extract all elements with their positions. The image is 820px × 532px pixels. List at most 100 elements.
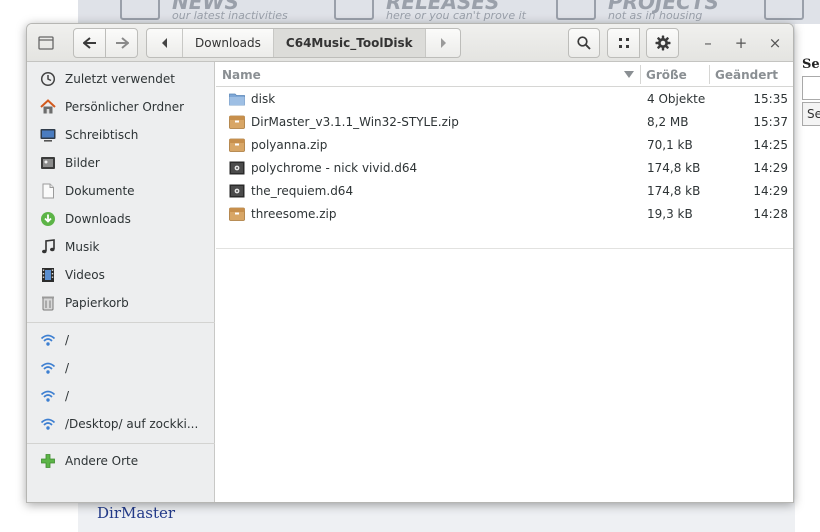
headerbar: Downloads C64Music_ToolDisk – + ×	[27, 24, 793, 62]
sidebar-item-label: Schreibtisch	[65, 128, 139, 142]
folder-icon	[229, 93, 245, 106]
file-name: polyanna.zip	[251, 138, 328, 152]
pictures-icon	[40, 155, 56, 171]
sort-descending-icon	[624, 71, 634, 78]
menu-button[interactable]	[646, 28, 679, 58]
path-scroll-right[interactable]	[424, 29, 460, 57]
video-icon	[40, 267, 56, 283]
sidebar-item-network-1[interactable]: /	[27, 327, 215, 353]
sidebar-item-network-4[interactable]: /Desktop/ auf zockki...	[27, 411, 215, 437]
minimize-button[interactable]: –	[698, 33, 718, 53]
chevron-right-icon	[440, 38, 446, 48]
sidebar-item-network-2[interactable]: /	[27, 355, 215, 381]
sidebar-item-label: Papierkorb	[65, 296, 129, 310]
file-list-header: Name Größe Geändert	[216, 62, 793, 87]
sidebar-item-network-3[interactable]: /	[27, 383, 215, 409]
music-icon	[40, 239, 56, 255]
tools-icon	[556, 0, 596, 20]
search-button[interactable]	[568, 28, 600, 58]
file-size: 70,1 kB	[647, 138, 693, 152]
file-row-disk[interactable]: disk 4 Objekte 15:35	[216, 88, 793, 111]
sidebar-item-videos[interactable]: Videos	[27, 262, 215, 288]
file-size: 174,8 kB	[647, 184, 701, 198]
maximize-button[interactable]: +	[731, 33, 751, 53]
places-sidebar: Zuletzt verwendet Persönlicher Ordner Sc…	[27, 62, 215, 502]
path-item-current[interactable]: C64Music_ToolDisk	[272, 29, 425, 57]
sidebar-item-home[interactable]: Persönlicher Ordner	[27, 94, 215, 120]
close-button[interactable]: ×	[765, 33, 785, 53]
column-separator[interactable]	[709, 65, 710, 84]
sidebar-item-pictures[interactable]: Bilder	[27, 150, 215, 176]
sidebar-item-label: /	[65, 389, 70, 403]
column-header-size[interactable]: Größe	[646, 62, 706, 87]
sidebar-item-label: Bilder	[65, 156, 100, 170]
column-header-modified[interactable]: Geändert	[715, 62, 793, 87]
sidebar-item-downloads[interactable]: Downloads	[27, 206, 215, 232]
sidebar-item-trash[interactable]: Papierkorb	[27, 290, 215, 316]
website-search-input[interactable]	[802, 76, 820, 100]
sidebar-item-music[interactable]: Musik	[27, 234, 215, 260]
nav-news-subtitle: our latest inactivities	[172, 9, 288, 22]
network-icon	[40, 416, 56, 432]
disk-image-icon	[229, 161, 245, 175]
sidebar-divider	[27, 322, 215, 323]
file-modified: 14:28	[753, 207, 788, 221]
back-button[interactable]	[73, 28, 106, 58]
grid-view-icon	[618, 38, 629, 48]
file-size: 8,2 MB	[647, 115, 689, 129]
file-row-dirmaster-zip[interactable]: DirMaster_v3.1.1_Win32-STYLE.zip 8,2 MB …	[216, 111, 793, 134]
sidebar-item-documents[interactable]: Dokumente	[27, 178, 215, 204]
sidebar-toggle-button[interactable]	[33, 28, 59, 58]
document-icon	[40, 183, 56, 199]
file-name: disk	[251, 92, 276, 106]
newspaper-icon	[120, 0, 160, 20]
sidebar-item-other-locations[interactable]: Andere Orte	[27, 448, 215, 474]
list-end-divider	[216, 248, 793, 249]
dirmaster-link[interactable]: DirMaster	[97, 504, 175, 522]
file-row-threesome-zip[interactable]: threesome.zip 19,3 kB 14:28	[216, 203, 793, 226]
search-icon	[577, 36, 591, 50]
file-size: 174,8 kB	[647, 161, 701, 175]
sidebar-divider	[27, 443, 215, 444]
column-header-name[interactable]: Name	[222, 62, 640, 87]
sidebar-item-label: /Desktop/ auf zockki...	[65, 417, 199, 431]
path-scroll-left[interactable]	[147, 29, 182, 57]
file-modified: 15:37	[753, 115, 788, 129]
gear-icon	[655, 35, 670, 51]
chevron-left-icon	[161, 38, 167, 48]
sidebar-item-label: Musik	[65, 240, 100, 254]
file-modified: 15:35	[753, 92, 788, 106]
sidebar-item-label: /	[65, 361, 70, 375]
forward-button[interactable]	[105, 28, 138, 58]
release-icon	[334, 0, 374, 20]
sidebar-item-label: Downloads	[65, 212, 131, 226]
sidebar-item-recent[interactable]: Zuletzt verwendet	[27, 66, 215, 92]
file-size: 19,3 kB	[647, 207, 693, 221]
view-toggle-button[interactable]	[607, 28, 640, 58]
recent-icon	[40, 71, 56, 87]
column-separator[interactable]	[640, 65, 641, 84]
file-row-polychrome-d64[interactable]: polychrome - nick vivid.d64 174,8 kB 14:…	[216, 157, 793, 180]
column-header-name-label: Name	[222, 67, 261, 82]
network-icon	[40, 332, 56, 348]
file-list: Name Größe Geändert disk 4 Objekte 15:35…	[216, 62, 793, 502]
sidebar-item-desktop[interactable]: Schreibtisch	[27, 122, 215, 148]
file-name: polychrome - nick vivid.d64	[251, 161, 418, 175]
sidebar-item-label: Andere Orte	[65, 454, 139, 468]
file-row-the-requiem-d64[interactable]: the_requiem.d64 174,8 kB 14:29	[216, 180, 793, 203]
plus-icon	[40, 453, 56, 469]
file-manager-window: Downloads C64Music_ToolDisk – + × Zuletz…	[26, 23, 794, 503]
nav-releases-subtitle: here or you can't prove it	[386, 9, 526, 22]
trash-icon	[40, 295, 56, 311]
sidebar-item-label: Persönlicher Ordner	[65, 100, 185, 114]
file-row-polyanna-zip[interactable]: polyanna.zip 70,1 kB 14:25	[216, 134, 793, 157]
desktop-icon	[40, 127, 56, 143]
network-icon	[40, 388, 56, 404]
path-item-downloads[interactable]: Downloads	[182, 29, 273, 57]
website-search-select[interactable]: Se	[802, 102, 820, 126]
column-header-modified-label: Geändert	[715, 67, 779, 82]
mail-icon	[764, 0, 804, 20]
path-bar: Downloads C64Music_ToolDisk	[146, 28, 461, 58]
back-arrow-icon	[82, 37, 96, 49]
sidebar-item-label: /	[65, 333, 70, 347]
